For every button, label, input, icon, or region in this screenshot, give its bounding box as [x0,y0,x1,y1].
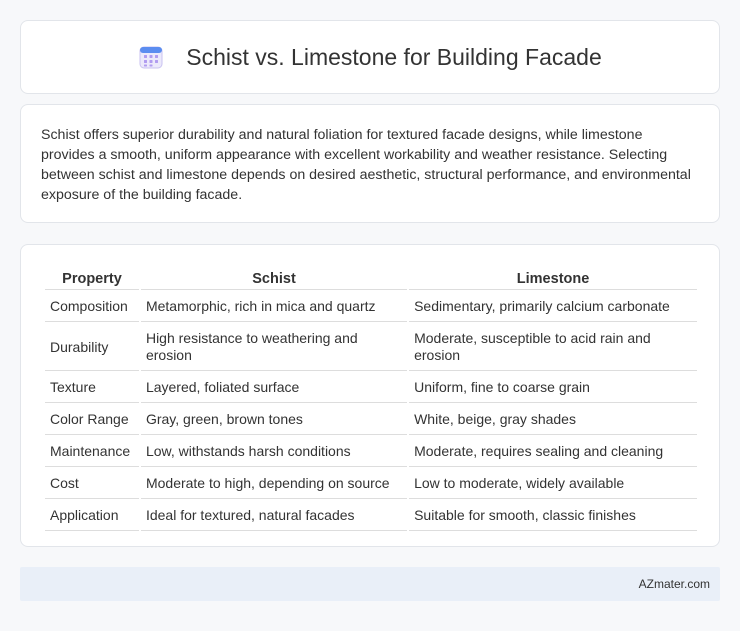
cell-limestone: White, beige, gray shades [409,405,697,435]
table-row: Durability High resistance to weathering… [45,324,697,371]
calendar-icon [139,46,163,69]
header-property: Property [45,267,139,290]
table-header-row: Property Schist Limestone [45,267,697,290]
table-row: Maintenance Low, withstands harsh condit… [45,437,697,467]
cell-property: Durability [45,324,139,371]
cell-property: Cost [45,469,139,499]
cell-limestone: Uniform, fine to coarse grain [409,373,697,403]
title-wrap: Schist vs. Limestone for Building Facade [138,43,602,71]
cell-schist: Ideal for textured, natural facades [140,501,408,531]
table-row: Texture Layered, foliated surface Unifor… [45,373,697,403]
table-row: Application Ideal for textured, natural … [45,501,697,531]
intro-paragraph: Schist offers superior durability and na… [41,127,691,203]
cell-schist: Low, withstands harsh conditions [140,437,408,467]
footer-site-name: AZmater.com [638,577,710,591]
comparison-table: Property Schist Limestone Composition Me… [43,265,699,533]
cell-property: Application [45,501,139,531]
cell-limestone: Moderate, susceptible to acid rain and e… [409,324,697,371]
cell-schist: Metamorphic, rich in mica and quartz [140,292,408,322]
page-title: Schist vs. Limestone for Building Facade [186,43,602,70]
intro-card: Schist offers superior durability and na… [20,104,720,223]
cell-limestone: Moderate, requires sealing and cleaning [409,437,697,467]
cell-property: Composition [45,292,139,322]
cell-property: Texture [45,373,139,403]
table-row: Color Range Gray, green, brown tones Whi… [45,405,697,435]
header-limestone: Limestone [409,267,697,290]
cell-limestone: Sedimentary, primarily calcium carbonate [409,292,697,322]
cell-limestone: Low to moderate, widely available [409,469,697,499]
cell-property: Maintenance [45,437,139,467]
table-row: Cost Moderate to high, depending on sour… [45,469,697,499]
header-schist: Schist [140,267,408,290]
cell-limestone: Suitable for smooth, classic finishes [409,501,697,531]
table-card: Property Schist Limestone Composition Me… [20,244,720,547]
cell-schist: Moderate to high, depending on source [140,469,408,499]
footer: AZmater.com [20,567,720,601]
cell-schist: Gray, green, brown tones [140,405,408,435]
table-row: Composition Metamorphic, rich in mica an… [45,292,697,322]
cell-schist: High resistance to weathering and erosio… [140,324,408,371]
cell-schist: Layered, foliated surface [140,373,408,403]
cell-property: Color Range [45,405,139,435]
title-card: Schist vs. Limestone for Building Facade [20,20,720,94]
